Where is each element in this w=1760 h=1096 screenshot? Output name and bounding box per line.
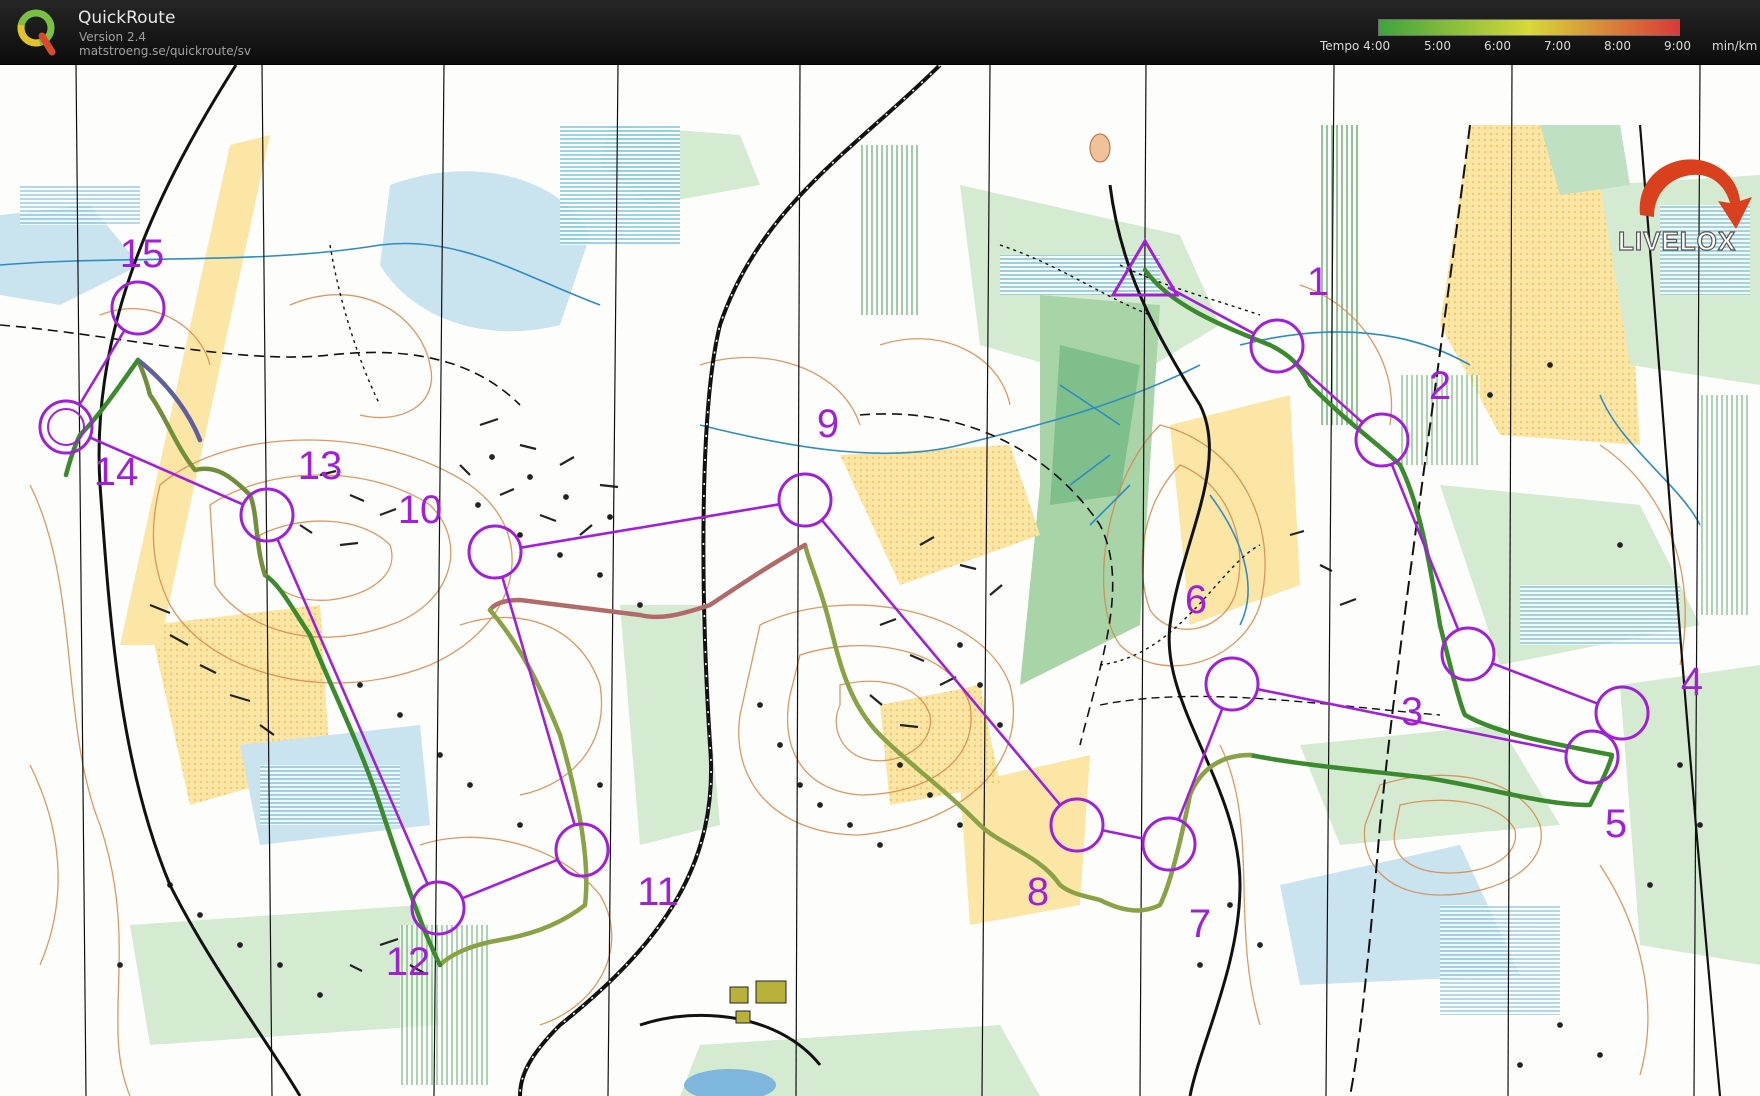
app-title: QuickRoute [78, 8, 176, 28]
pace-tick-label: 6:00 [1484, 39, 1511, 53]
app-version: Version 2.4 [79, 30, 147, 44]
pace-legend-start-label: Tempo 4:00 [1320, 39, 1391, 53]
control-number-label: 4 [1681, 660, 1703, 704]
pace-unit-label: min/km [1712, 39, 1758, 53]
control-number-label: 2 [1429, 364, 1451, 408]
pace-color-scale [1378, 19, 1680, 36]
pace-tick-label: 7:00 [1544, 39, 1571, 53]
map-viewport[interactable]: 1 2 3 4 5 6 7 8 9 10 11 12 13 14 15 LIVELOX [0, 65, 1760, 1096]
pace-tick-label: 5:00 [1424, 39, 1451, 53]
control-number-label: 7 [1189, 902, 1211, 946]
orienteering-map[interactable]: 123456789101112131415 LIVELOX [0, 65, 1760, 1096]
control-number-label: 15 [120, 232, 165, 276]
livelox-wordmark: LIVELOX [1618, 226, 1736, 256]
control-number-label: 10 [398, 488, 443, 532]
control-number-label: 1 [1307, 260, 1329, 304]
pace-tick-label: 9:00 [1664, 39, 1691, 53]
pace-legend: Tempo 4:00 5:00 6:00 7:00 8:00 9:00 min/… [1320, 16, 1760, 60]
pace-tick-label: 8:00 [1604, 39, 1631, 53]
control-number-label: 8 [1027, 870, 1049, 914]
app-url[interactable]: matstroeng.se/quickroute/sv [79, 44, 251, 58]
header-bar: QuickRoute Version 2.4 matstroeng.se/qui… [0, 0, 1760, 65]
quickroute-logo [17, 9, 56, 56]
control-number-label: 11 [637, 870, 679, 914]
control-number-label: 9 [817, 402, 839, 446]
control-number-label: 13 [298, 444, 343, 488]
control-number-label: 5 [1605, 802, 1627, 846]
quickroute-app: QuickRoute Version 2.4 matstroeng.se/qui… [0, 0, 1760, 1096]
control-number-label: 3 [1401, 690, 1423, 734]
control-number-label: 6 [1185, 578, 1207, 622]
control-number-label: 12 [386, 940, 431, 984]
control-number-label: 14 [94, 450, 139, 494]
